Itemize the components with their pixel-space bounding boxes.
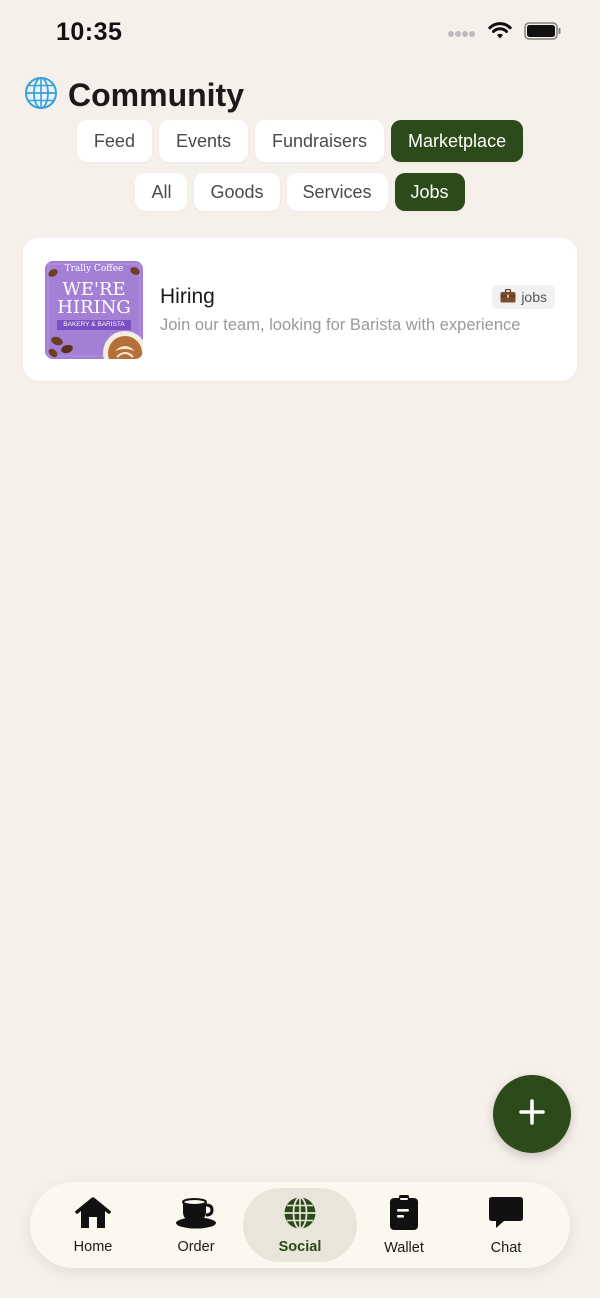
filter-services[interactable]: Services: [286, 173, 388, 211]
nav-social[interactable]: Social: [248, 1182, 352, 1268]
nav-chat-label: Chat: [490, 1239, 522, 1256]
secondary-tabs: All Goods Services Jobs: [0, 173, 600, 211]
listing-thumbnail: Trally Coffee WE'RE HIRING BAKERY & BARI…: [45, 261, 143, 359]
filter-jobs[interactable]: Jobs: [394, 173, 465, 211]
nav-wallet-label: Wallet: [384, 1239, 424, 1256]
page-header: Community: [24, 76, 244, 115]
coffee-cup-icon: [175, 1196, 217, 1235]
nav-order-label: Order: [177, 1238, 215, 1255]
bottom-nav: Home Order Social Wallet Chat: [30, 1182, 570, 1268]
nav-chat[interactable]: Chat: [454, 1182, 558, 1268]
thumbnail-brand: Trally Coffee: [64, 264, 124, 274]
chat-bubble-icon: [487, 1195, 525, 1236]
status-time: 10:35: [56, 18, 123, 46]
wallet-icon: [389, 1194, 419, 1236]
listing-tag: jobs: [492, 285, 555, 309]
signal-dots-icon: [448, 25, 476, 43]
tab-marketplace[interactable]: Marketplace: [391, 120, 524, 162]
listing-description: Join our team, looking for Barista with …: [160, 316, 521, 334]
add-post-button[interactable]: [493, 1075, 571, 1153]
status-icons: [448, 22, 562, 45]
battery-icon: [524, 22, 562, 45]
plus-icon: [518, 1098, 546, 1131]
nav-social-label: Social: [278, 1238, 322, 1255]
status-bar: 10:35: [0, 0, 600, 70]
thumbnail-headline-2: HIRING: [57, 297, 131, 318]
nav-wallet[interactable]: Wallet: [352, 1182, 456, 1268]
nav-order[interactable]: Order: [144, 1182, 248, 1268]
home-icon: [74, 1196, 112, 1235]
tab-feed[interactable]: Feed: [76, 120, 152, 162]
filter-goods[interactable]: Goods: [194, 173, 280, 211]
wifi-icon: [488, 22, 512, 45]
tab-events[interactable]: Events: [158, 120, 248, 162]
listing-title: Hiring: [160, 285, 215, 308]
tab-fundraisers[interactable]: Fundraisers: [254, 120, 385, 162]
nav-home[interactable]: Home: [41, 1182, 145, 1268]
primary-tabs: Feed Events Fundraisers Marketplace: [0, 120, 600, 162]
thumbnail-subline: BAKERY & BARISTA: [63, 321, 125, 328]
filter-all[interactable]: All: [135, 173, 188, 211]
listing-tag-label: jobs: [521, 289, 547, 305]
globe-icon: [24, 76, 58, 115]
briefcase-icon: [500, 288, 516, 306]
globe-icon: [283, 1196, 317, 1235]
listing-card[interactable]: Trally Coffee WE'RE HIRING BAKERY & BARI…: [23, 238, 577, 381]
nav-home-label: Home: [73, 1238, 113, 1255]
page-title: Community: [68, 77, 244, 113]
